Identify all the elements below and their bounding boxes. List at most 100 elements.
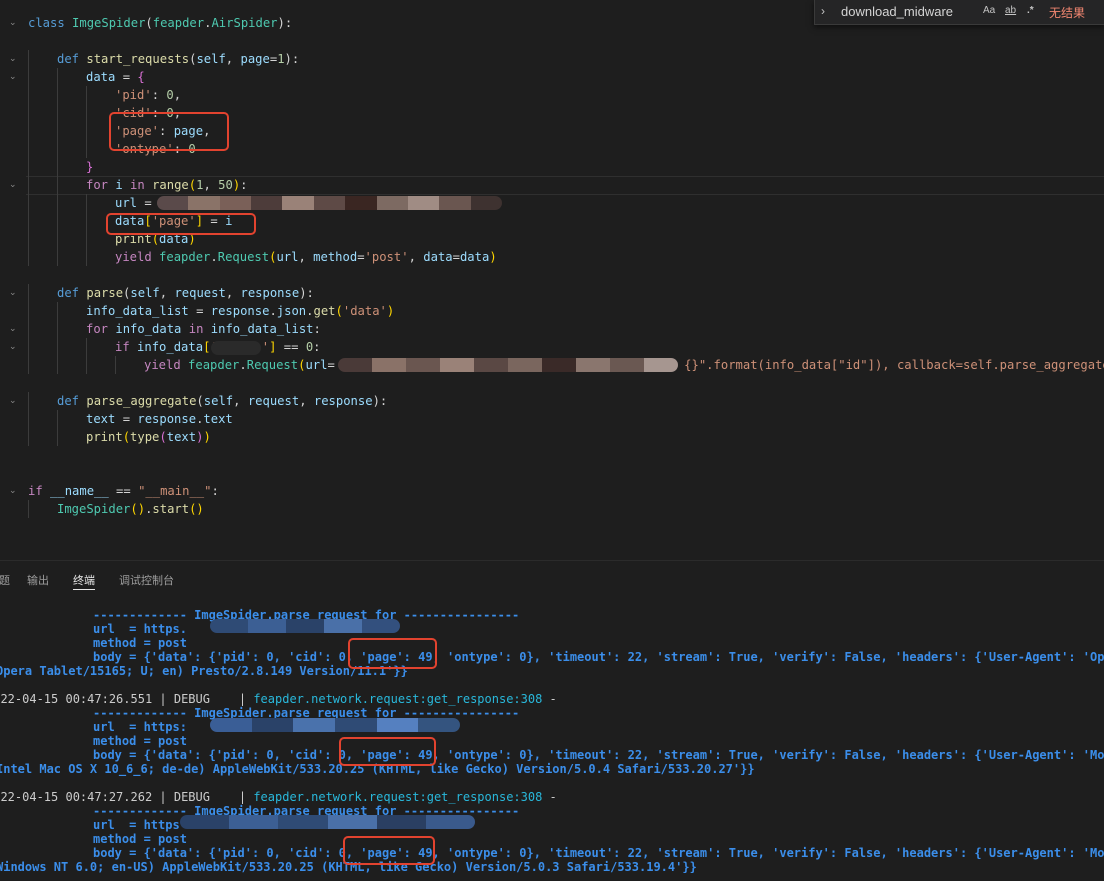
fold-chevron-icon[interactable]: ⌄	[9, 18, 19, 28]
fold-chevron-icon[interactable]: ⌄	[9, 342, 19, 352]
fold-chevron-icon[interactable]: ⌄	[9, 288, 19, 298]
code-line[interactable]: yield feapder.Request(url, method='post'…	[0, 248, 1104, 266]
indent-guide	[28, 428, 29, 446]
whole-word-icon[interactable]: ab	[1005, 5, 1016, 16]
indent-guide	[57, 158, 58, 176]
regex-icon[interactable]: .*	[1027, 5, 1034, 16]
indent-guide	[57, 410, 58, 428]
indent-guide	[115, 356, 116, 374]
code-text: }	[86, 160, 94, 174]
code-line[interactable]: info_data_list = response.json.get('data…	[0, 302, 1104, 320]
panel-tabs: 问题 输出 终端 调试控制台	[0, 561, 1104, 597]
code-editor[interactable]: ⌄ class ImgeSpider(feapder.AirSpider): ⌄ de…	[0, 0, 1104, 560]
code-text: for i in range(1, 50):	[86, 178, 248, 192]
code-text: print(type(text))	[86, 430, 211, 444]
code-line[interactable]: ⌄ for info_data in info_data_list:	[0, 320, 1104, 338]
code-line[interactable]: print(type(text))	[0, 428, 1104, 446]
code-line[interactable]: ⌄ def parse_aggregate(self, request, resp…	[0, 392, 1104, 410]
terminal-line: method = post	[93, 734, 187, 748]
code-line[interactable]	[0, 464, 1104, 482]
code-text: yield feapder.Request(url, method='post'…	[115, 250, 497, 264]
code-line[interactable]: text = response.text	[0, 410, 1104, 428]
find-result-status: 无结果	[1049, 6, 1086, 20]
indent-guide	[28, 194, 29, 212]
indent-guide	[57, 86, 58, 104]
terminal-line: method = post	[93, 636, 187, 650]
annotation-box-page-49-3	[343, 836, 435, 865]
annotation-box-page-49-2	[339, 737, 436, 766]
code-text: ImgeSpider().start()	[57, 502, 204, 516]
annotation-box-page-assign	[106, 213, 256, 235]
code-line[interactable]	[0, 374, 1104, 392]
terminal-line: ------------- ImgeSpider.parse request f…	[93, 804, 520, 818]
indent-guide	[57, 230, 58, 248]
indent-guide	[28, 410, 29, 428]
indent-guide	[28, 302, 29, 320]
toggle-replace-icon[interactable]: ›	[821, 4, 825, 18]
find-widget[interactable]: › download_midware Aa ab .* 无结果	[814, 0, 1104, 25]
indent-guide	[57, 248, 58, 266]
code-line[interactable]: ImgeSpider().start()	[0, 500, 1104, 518]
code-text: 'pid': 0,	[115, 88, 182, 102]
code-line[interactable]: ⌄ def parse(self, request, response):	[0, 284, 1104, 302]
indent-guide	[86, 338, 87, 356]
terminal-line: Windows NT 6.0; en-US) AppleWebKit/533.2…	[0, 860, 697, 874]
find-input[interactable]: download_midware	[837, 1, 987, 23]
code-line[interactable]: ⌄ data = {	[0, 68, 1104, 86]
code-line[interactable]: ⌄ if __name__ == "__main__":	[0, 482, 1104, 500]
indent-guide	[86, 86, 87, 104]
code-line[interactable]	[0, 266, 1104, 284]
indent-guide	[28, 122, 29, 140]
indent-guide	[57, 140, 58, 158]
fold-chevron-icon[interactable]: ⌄	[9, 396, 19, 406]
code-line[interactable]: }	[0, 158, 1104, 176]
indent-guide	[28, 230, 29, 248]
fold-chevron-icon[interactable]: ⌄	[9, 72, 19, 82]
indent-guide	[28, 392, 29, 410]
terminal-line: 2022-04-15 00:47:27.262 | DEBUG | feapde…	[0, 790, 557, 804]
code-line[interactable]	[0, 32, 1104, 50]
fold-chevron-icon[interactable]: ⌄	[9, 180, 19, 190]
indent-guide	[28, 248, 29, 266]
indent-guide	[28, 176, 29, 194]
code-text: def parse(self, request, response):	[57, 286, 314, 300]
code-line[interactable]: 'pid': 0,	[0, 86, 1104, 104]
indent-guide	[57, 194, 58, 212]
terminal-line: body = {'data': {'pid': 0, 'cid': 0, 'pa…	[93, 748, 1104, 762]
indent-guide	[28, 356, 29, 374]
indent-guide	[57, 428, 58, 446]
fold-chevron-icon[interactable]: ⌄	[9, 486, 19, 496]
code-line[interactable]: ⌄ for i in range(1, 50):	[0, 176, 1104, 194]
match-case-icon[interactable]: Aa	[983, 5, 995, 16]
indent-guide	[57, 104, 58, 122]
code-text: def parse_aggregate(self, request, respo…	[57, 394, 388, 408]
code-line[interactable]	[0, 446, 1104, 464]
indent-guide	[28, 86, 29, 104]
indent-guide	[57, 320, 58, 338]
tab-problems[interactable]: 问题	[0, 572, 10, 588]
code-line[interactable]: ⌄if info_data[' '] == 0:	[0, 338, 1104, 356]
terminal-line: ------------- ImgeSpider.parse request f…	[93, 706, 520, 720]
indent-guide	[28, 104, 29, 122]
terminal-line: url = https	[93, 818, 180, 832]
terminal-line: body = {'data': {'pid': 0, 'cid': 0, 'pa…	[93, 846, 1104, 860]
indent-guide	[57, 356, 58, 374]
redacted-key	[211, 341, 261, 355]
code-text: info_data_list = response.json.get('data…	[86, 304, 395, 318]
terminal-line: Opera Tablet/15165; U; en) Presto/2.8.14…	[0, 664, 408, 678]
fold-chevron-icon[interactable]: ⌄	[9, 324, 19, 334]
tab-output[interactable]: 输出	[27, 572, 49, 588]
fold-chevron-icon[interactable]: ⌄	[9, 54, 19, 64]
terminal-line: body = {'data': {'pid': 0, 'cid': 0, 'pa…	[93, 650, 1104, 664]
code-line[interactable]: ⌄ def start_requests(self, page=1):	[0, 50, 1104, 68]
indent-guide	[86, 212, 87, 230]
tab-terminal[interactable]: 终端	[73, 572, 95, 590]
tab-debug-console[interactable]: 调试控制台	[119, 572, 174, 588]
indent-guide	[86, 248, 87, 266]
terminal-line: url = https:	[93, 720, 187, 734]
indent-guide	[28, 212, 29, 230]
indent-guide	[28, 500, 29, 518]
indent-guide	[28, 338, 29, 356]
redacted-request-url	[338, 358, 678, 372]
